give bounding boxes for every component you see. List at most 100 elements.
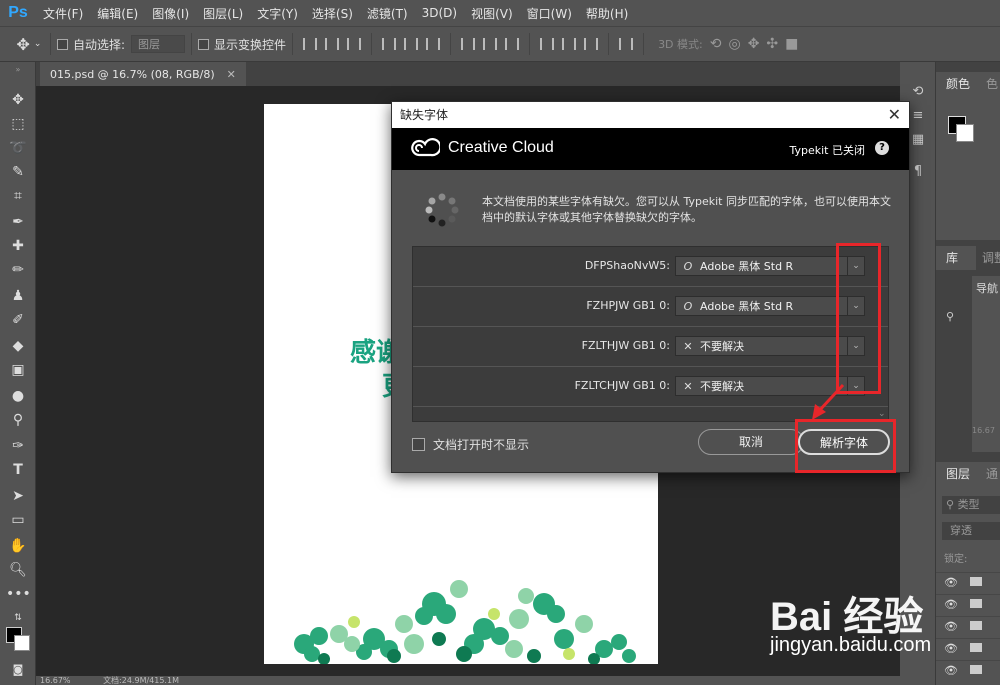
menu-view[interactable]: 视图(V) <box>464 5 520 22</box>
checkbox-icon <box>412 438 425 451</box>
eyedropper-tool-icon[interactable]: ✒ <box>6 212 30 232</box>
quick-mask-icon[interactable]: ◙ <box>6 660 30 680</box>
document-tab-title: 015.psd @ 16.7% (08, RGB/8) <box>50 67 215 81</box>
help-icon[interactable]: ? <box>875 141 889 155</box>
align-top-icon[interactable] <box>301 35 319 53</box>
background-color-swatch[interactable] <box>14 635 30 651</box>
checkbox-icon <box>57 38 68 50</box>
menu-select[interactable]: 选择(S) <box>305 5 360 22</box>
align-bottom-icon[interactable] <box>345 35 363 53</box>
pen-tool-icon[interactable]: ✑ <box>6 436 30 456</box>
document-tab[interactable]: 015.psd @ 16.7% (08, RGB/8) ✕ <box>40 62 246 86</box>
separator <box>529 33 531 55</box>
panel-background-swatch[interactable] <box>956 124 974 142</box>
3d-roll-icon[interactable]: ◎ <box>728 36 740 52</box>
history-panel-icon[interactable]: ⟲ <box>909 84 927 102</box>
dont-show-on-open-checkbox[interactable]: 文档打开时不显示 <box>412 436 529 453</box>
align-right-icon[interactable] <box>424 35 442 53</box>
tab-layers[interactable]: 图层 <box>936 462 986 486</box>
hand-tool-icon[interactable]: ✋ <box>6 536 30 556</box>
tools-panel: » ✥ ⬚ ➰ ✎ ⌗ ✒ ✚ ✏ ♟ ✐ ◆ ▣ ● ⚲ ✑ T ➤ ▭ ✋ … <box>0 62 36 685</box>
status-zoom[interactable]: 16.67% <box>40 676 71 685</box>
path-select-icon[interactable]: ➤ <box>6 486 30 506</box>
3d-mode-label: 3D 模式: <box>658 38 703 51</box>
lasso-tool-icon[interactable]: ➰ <box>6 138 30 158</box>
more-tools-icon[interactable]: ••• <box>6 584 31 604</box>
creative-cloud-logo-icon <box>411 138 440 157</box>
watermark-url: jingyan.baidu.com <box>770 634 932 656</box>
quick-select-tool-icon[interactable]: ✎ <box>6 162 30 182</box>
close-icon[interactable]: ✕ <box>888 102 901 128</box>
properties-panel-icon[interactable]: ≡ <box>909 108 927 126</box>
menu-type[interactable]: 文字(Y) <box>250 5 305 22</box>
menu-image[interactable]: 图像(I) <box>145 5 196 22</box>
menu-edit[interactable]: 编辑(E) <box>90 5 145 22</box>
menu-window[interactable]: 窗口(W) <box>520 5 579 22</box>
dialog-title-bar: 缺失字体 ✕ <box>392 102 909 128</box>
distribute-vcenter-icon[interactable] <box>481 35 499 53</box>
layer-filter-kind[interactable]: ⚲ 类型 <box>942 496 1000 514</box>
eraser-tool-icon[interactable]: ◆ <box>6 336 30 356</box>
blur-tool-icon[interactable]: ● <box>6 386 30 406</box>
clover-illustration <box>294 580 636 664</box>
3d-rotate-icon[interactable]: ⟲ <box>710 36 722 52</box>
menu-help[interactable]: 帮助(H) <box>579 5 635 22</box>
photoshop-logo: Ps <box>8 4 28 21</box>
marquee-tool-icon[interactable]: ⬚ <box>6 114 30 134</box>
do-not-resolve-icon: ✕ <box>683 339 693 353</box>
auto-select-checkbox[interactable]: 自动选择: <box>57 36 125 53</box>
align-hcenter-icon[interactable] <box>402 35 420 53</box>
align-left-icon[interactable] <box>380 35 398 53</box>
rectangle-tool-icon[interactable]: ▭ <box>6 510 30 530</box>
navigator-zoom[interactable]: 16.67 <box>972 426 995 435</box>
missing-fonts-dialog: 缺失字体 ✕ Creative Cloud Typekit 已关闭 ? 本文档使… <box>391 101 910 473</box>
auto-align-icon[interactable] <box>617 35 635 53</box>
clone-stamp-icon[interactable]: ♟ <box>6 286 30 306</box>
history-brush-icon[interactable]: ✐ <box>6 310 30 330</box>
distribute-left-icon[interactable] <box>538 35 556 53</box>
swap-colors-icon[interactable]: ⇅ <box>6 608 30 628</box>
distribute-top-icon[interactable] <box>459 35 477 53</box>
healing-brush-icon[interactable]: ✚ <box>6 236 30 256</box>
blend-mode-dropdown[interactable]: 穿透 <box>942 522 1000 540</box>
gradient-tool-icon[interactable]: ▣ <box>6 360 30 380</box>
menu-layer[interactable]: 图层(L) <box>196 5 250 22</box>
color-panel: 颜色 色 <box>936 72 1000 240</box>
align-vcenter-icon[interactable] <box>323 35 341 53</box>
tab-adjustments[interactable]: 调整 <box>974 246 1000 270</box>
scroll-down-icon[interactable]: ⌄ <box>878 409 886 419</box>
options-bar: ✥ ⌄ 自动选择: 图层 显示变换控件 3D 模式: ⟲ ◎ ✥ ✣ ■ <box>0 26 1000 62</box>
tab-swatches[interactable]: 色 <box>980 72 1000 96</box>
zoom-tool-icon[interactable]: 🔍︎ <box>6 560 30 580</box>
dodge-tool-icon[interactable]: ⚲ <box>6 410 30 430</box>
show-transform-checkbox[interactable]: 显示变换控件 <box>198 36 286 53</box>
annotation-box-resolve-button <box>795 419 896 473</box>
typekit-status: Typekit 已关闭 <box>789 144 865 157</box>
auto-select-target-dropdown[interactable]: 图层 <box>131 35 186 53</box>
3d-pan-icon[interactable]: ✥ <box>748 36 760 52</box>
move-tool-icon[interactable]: ✥ <box>6 90 30 110</box>
tab-channels[interactable]: 通 <box>980 462 1000 486</box>
distribute-hcenter-icon[interactable] <box>560 35 578 53</box>
brush-tool-icon[interactable]: ✏ <box>6 260 30 280</box>
menu-3d[interactable]: 3D(D) <box>415 6 464 20</box>
cancel-button[interactable]: 取消 <box>698 429 804 455</box>
tab-color[interactable]: 颜色 <box>936 72 986 96</box>
type-tool-icon[interactable]: T <box>6 460 30 480</box>
tab-navigator[interactable]: 导航 <box>976 280 998 296</box>
layer-comps-icon[interactable]: ▦ <box>909 132 927 150</box>
collapse-icon[interactable]: » <box>6 66 30 74</box>
distribute-bottom-icon[interactable] <box>503 35 521 53</box>
3d-video-icon[interactable]: ■ <box>785 36 798 52</box>
status-bar: 16.67% 文档:24.9M/415.1M <box>36 676 900 685</box>
library-search-icon[interactable]: ⚲ <box>946 310 954 323</box>
menu-filter[interactable]: 滤镜(T) <box>360 5 415 22</box>
crop-tool-icon[interactable]: ⌗ <box>6 186 30 206</box>
move-tool-preset-icon[interactable]: ✥ ⌄ <box>14 32 44 56</box>
tab-libraries[interactable]: 库 <box>936 246 976 270</box>
distribute-right-icon[interactable] <box>582 35 600 53</box>
close-tab-icon[interactable]: ✕ <box>227 68 236 81</box>
menu-file[interactable]: 文件(F) <box>36 5 90 22</box>
paragraph-panel-icon[interactable]: ¶ <box>909 164 927 182</box>
3d-slide-icon[interactable]: ✣ <box>766 36 778 52</box>
